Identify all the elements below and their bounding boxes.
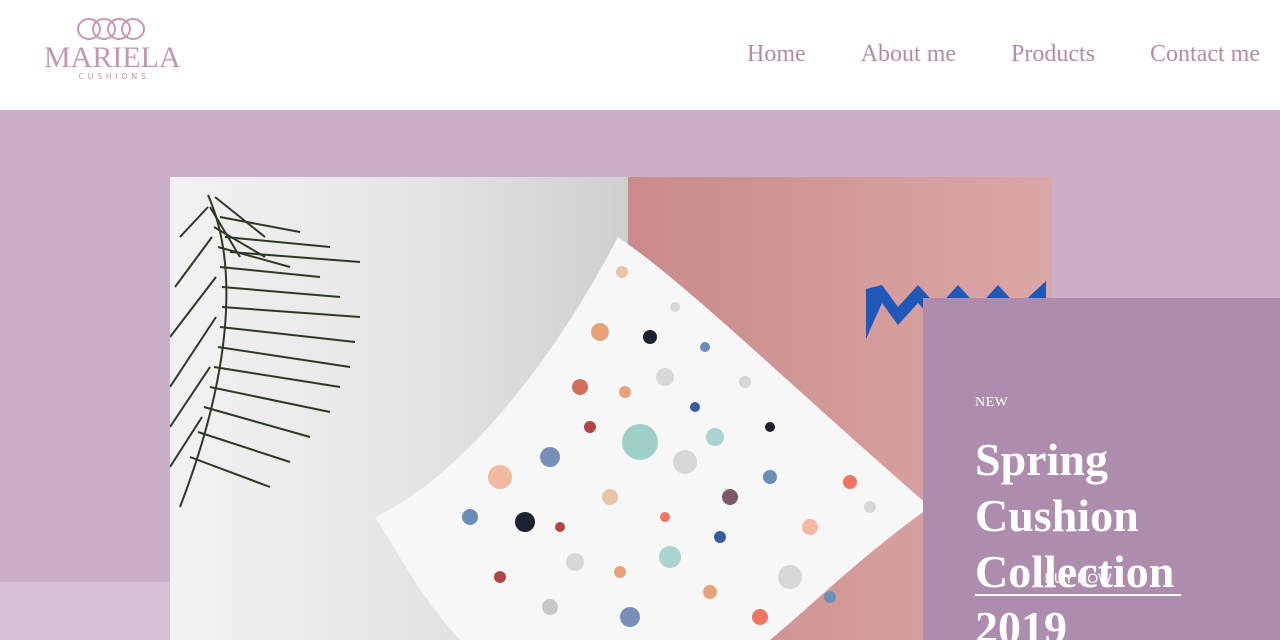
site-header: MARIELA CUSHIONS Home About me Products … (0, 0, 1280, 110)
nav-home[interactable]: Home (747, 38, 806, 70)
infinity-logo-icon (77, 18, 145, 40)
brand-name: MARIELA (44, 41, 181, 74)
nav-contact-me[interactable]: Contact me (1150, 38, 1260, 70)
hero-photo (170, 177, 1052, 640)
main-nav: Home About me Products Contact me (692, 38, 1260, 70)
palm-leaf-graphic (170, 194, 361, 508)
brand-logo[interactable]: MARIELA CUSHIONS (44, 16, 181, 88)
hero-illustration (170, 194, 1046, 640)
buy-now-button[interactable]: BUY NOW (975, 566, 1181, 596)
nav-about-me[interactable]: About me (861, 38, 956, 70)
promo-title: Spring Cushion Collection 2019 (975, 434, 1175, 640)
terrazzo-cushion-graphic (375, 237, 930, 640)
hero-section: NEW Spring Cushion Collection 2019 BUY N… (0, 110, 1280, 640)
promo-panel: NEW Spring Cushion Collection 2019 BUY N… (923, 298, 1280, 640)
new-badge: NEW (975, 395, 1009, 410)
hero-accent-strip (0, 582, 170, 640)
nav-products[interactable]: Products (1011, 38, 1095, 70)
